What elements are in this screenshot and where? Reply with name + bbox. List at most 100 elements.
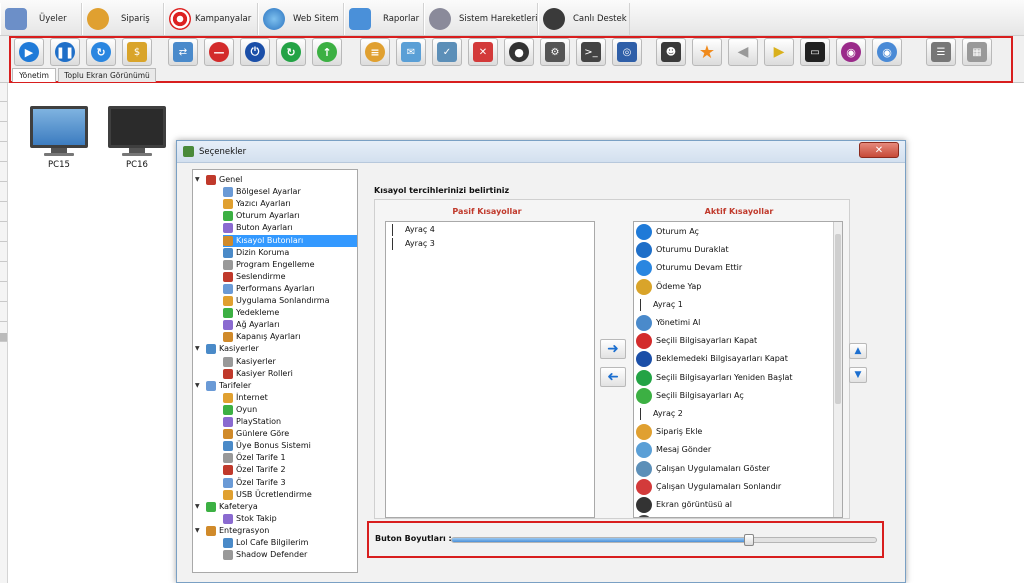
tree-item[interactable]: Lol Cafe Bilgilerim [223,537,308,549]
tree-item[interactable]: Stok Takip [223,513,277,525]
slider-thumb[interactable] [743,534,754,546]
scrollbar[interactable] [833,222,842,517]
list-item[interactable]: Ödeme Yap [636,278,701,296]
tab-yonetim[interactable]: Yönetim [12,68,56,82]
tab-web-sitem[interactable]: Web Sitem [258,3,344,35]
tree-item[interactable]: ▼ Kafeterya [195,501,258,513]
tree-item[interactable]: Oyun [223,404,257,416]
restart-selected-button[interactable]: ↻ [276,38,306,66]
tree-item[interactable]: Kasiyerler [223,356,276,368]
usb-button[interactable]: ▭ [800,38,830,66]
tab-toplu-ekran[interactable]: Toplu Ekran Görünümü [58,68,156,82]
list-item[interactable]: Oturumu Devam Ettir [636,259,742,277]
volume-button[interactable]: ◀ [728,38,758,66]
tree-item[interactable]: Kısayol Butonları [223,234,357,247]
computer-pc15[interactable]: PC15 [28,106,90,170]
tab-sistem-hareketleri[interactable]: Sistem Hareketleri [424,3,538,35]
tree-item[interactable]: USB Ücretlendirme [223,489,312,501]
pause-session-button[interactable]: ❚❚ [50,38,80,66]
tree-item[interactable]: Performans Ayarları [223,283,315,295]
tree-item[interactable]: ▼ Tarifeler [195,380,251,392]
command-prompt-button[interactable]: >_ [576,38,606,66]
list-item[interactable]: Ayraç 3 [388,237,435,251]
tree-item[interactable]: Yedekleme [223,307,279,319]
tree-item[interactable]: Uygulama Sonlandırma [223,295,329,307]
tree-item[interactable]: ▼ Entegrasyon [195,525,269,537]
tab-uyeler[interactable]: Üyeler [0,3,82,35]
tree-item[interactable]: Program Engelleme [223,259,315,271]
grid-view-button[interactable]: ▦ [962,38,992,66]
tree-item[interactable]: Bölgesel Ayarlar [223,186,301,198]
tree-item[interactable]: Kasiyer Rolleri [223,368,293,380]
list-view-button[interactable]: ☰ [926,38,956,66]
tab-kampanyalar[interactable]: Kampanyalar [164,3,258,35]
move-down-button[interactable]: ▼ [849,367,867,383]
tree-item[interactable]: Özel Tarife 3 [223,477,286,489]
list-item[interactable]: Oturum Aç [636,223,699,241]
power-on-selected-button[interactable]: ↑ [312,38,342,66]
monitor-eye-button[interactable]: ◉ [836,38,866,66]
move-right-button[interactable]: ➜ [600,339,626,359]
tree-item[interactable]: ▼ Genel [195,174,242,186]
active-list[interactable]: Oturum Aç Oturumu Duraklat Oturumu Devam E… [633,221,843,518]
tree-item[interactable]: Ağ Ayarları [223,319,280,331]
passive-list[interactable]: Ayraç 4 Ayraç 3 [385,221,595,518]
close-button[interactable]: ✕ [859,142,899,158]
shutdown-selected-button[interactable]: — [204,38,234,66]
take-management-button[interactable]: ⇄ [168,38,198,66]
move-up-button[interactable]: ▲ [849,343,867,359]
list-item[interactable]: Seçili Bilgisayarları Kapat [636,332,757,350]
payment-button[interactable]: $ [122,38,152,66]
tree-item[interactable]: Shadow Defender [223,549,307,561]
list-item[interactable]: Çalışan Uygulamaları Göster [636,460,770,478]
tree-item[interactable]: Dizin Koruma [223,247,289,259]
tree-item[interactable]: PlayStation [223,416,281,428]
remote-button[interactable]: ◎ [612,38,642,66]
tab-raporlar[interactable]: Raporlar [344,3,424,35]
close-running-apps-button[interactable]: ✕ [468,38,498,66]
computer-pc16[interactable]: PC16 [106,106,168,170]
tree-item[interactable]: Özel Tarife 1 [223,452,286,464]
list-item[interactable]: Yönetimi Al [636,314,700,332]
user-button[interactable]: ☻ [656,38,686,66]
tab-canli-destek[interactable]: Canlı Destek [538,3,630,35]
camera-button[interactable]: ◉ [872,38,902,66]
list-item[interactable]: Seçili Bilgisayarları Yeniden Başlat [636,369,793,387]
add-order-button[interactable]: ≡ [360,38,390,66]
bell-button[interactable]: ▶ [764,38,794,66]
shutdown-waiting-button[interactable]: ⏻ [240,38,270,66]
screenshot-button[interactable]: ● [504,38,534,66]
list-item[interactable]: Komut İstemcisi [636,514,720,517]
tree-item[interactable]: İnternet [223,392,268,404]
expand-icon[interactable]: ▼ [195,525,203,537]
show-running-apps-button[interactable]: ✓ [432,38,462,66]
tree-item[interactable]: Yazıcı Ayarları [223,198,291,210]
resume-session-button[interactable]: ↻ [86,38,116,66]
move-left-button[interactable]: ➜ [600,367,626,387]
expand-icon[interactable]: ▼ [195,174,203,186]
list-item[interactable]: Ayraç 2 [636,405,683,423]
tree-item[interactable]: ▼ Kasiyerler [195,343,259,355]
list-item[interactable]: Çalışan Uygulamaları Sonlandır [636,478,781,496]
list-item[interactable]: Seçili Bilgisayarları Aç [636,387,744,405]
start-session-button[interactable]: ▶ [14,38,44,66]
list-item[interactable]: Ekran görüntüsü al [636,496,732,514]
tree-item[interactable]: Buton Ayarları [223,222,293,234]
tree-item[interactable]: Oturum Ayarları [223,210,300,222]
tree-item[interactable]: Seslendirme [223,271,286,283]
button-size-slider[interactable] [451,534,877,546]
settings-button[interactable]: ⚙ [540,38,570,66]
tab-siparis[interactable]: Sipariş [82,3,164,35]
scrollbar-thumb[interactable] [835,234,841,404]
tree-item[interactable]: Kapanış Ayarları [223,331,300,343]
list-item[interactable]: Mesaj Gönder [636,441,711,459]
favorite-button[interactable]: ★ [692,38,722,66]
list-item[interactable]: Ayraç 1 [636,296,683,314]
send-message-button[interactable]: ✉ [396,38,426,66]
expand-icon[interactable]: ▼ [195,343,203,355]
list-item[interactable]: Beklemedeki Bilgisayarları Kapat [636,350,788,368]
tree-item[interactable]: Günlere Göre [223,428,289,440]
expand-icon[interactable]: ▼ [195,380,203,392]
list-item[interactable]: Sipariş Ekle [636,423,702,441]
tree-item[interactable]: Özel Tarife 2 [223,464,286,476]
